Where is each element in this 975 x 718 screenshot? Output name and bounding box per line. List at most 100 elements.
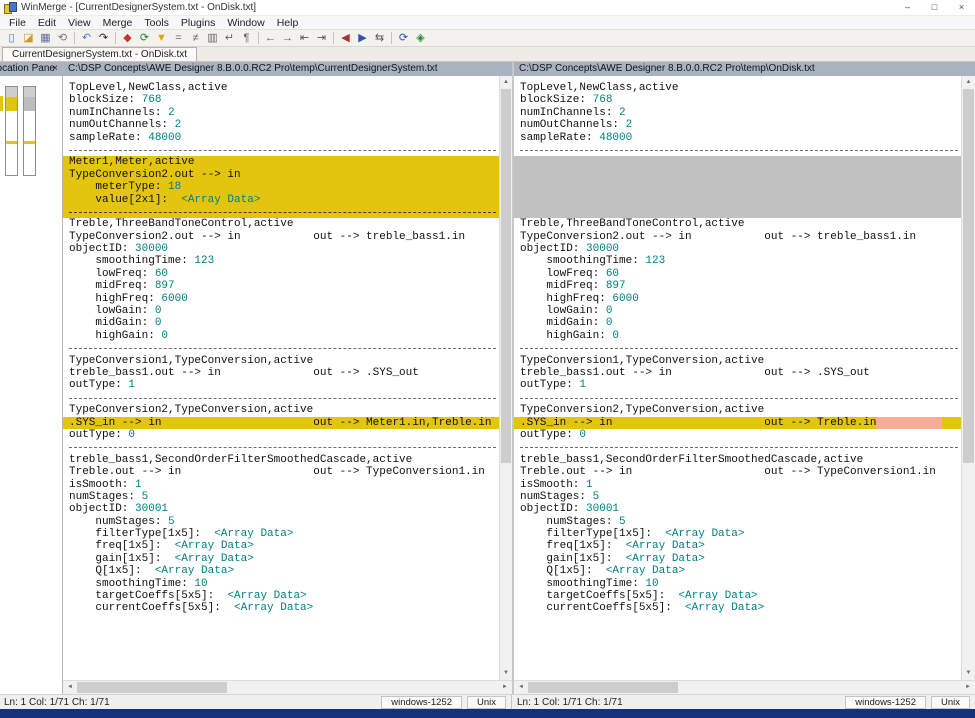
- left-vscroll-thumb[interactable]: [501, 89, 511, 463]
- code-line: Treble.out --> in out --> TypeConversion…: [63, 466, 499, 478]
- location-bar-right[interactable]: [23, 86, 36, 176]
- code-line: sampleRate: 48000: [63, 132, 499, 144]
- code-line: objectID: 30000: [63, 243, 499, 255]
- code-line: numOutChannels: 2: [63, 119, 499, 131]
- right-cursor-position: Ln: 1 Col: 1/71 Ch: 1/71: [517, 697, 845, 708]
- redo-button[interactable]: ↷: [95, 30, 112, 46]
- scroll-down-icon[interactable]: ▼: [962, 667, 975, 680]
- left-encoding-badge[interactable]: windows-1252: [381, 696, 462, 709]
- code-line: midGain: 0: [63, 317, 499, 329]
- code-line: numStages: 5: [63, 491, 499, 503]
- left-editor[interactable]: TopLevel,NewClass,activeblockSize: 768nu…: [63, 76, 499, 680]
- right-encoding-badge[interactable]: windows-1252: [845, 696, 926, 709]
- menu-file[interactable]: File: [3, 17, 32, 29]
- menu-merge[interactable]: Merge: [97, 17, 139, 29]
- scroll-up-icon[interactable]: ▲: [962, 76, 975, 89]
- menu-help[interactable]: Help: [271, 17, 305, 29]
- wordwrap-button[interactable]: ↵: [221, 30, 238, 46]
- copy-right-button[interactable]: ▶: [354, 30, 371, 46]
- ghost-line: [514, 156, 961, 168]
- left-eol-badge[interactable]: Unix: [467, 696, 506, 709]
- separator-line: [514, 441, 961, 453]
- menu-tools[interactable]: Tools: [138, 17, 175, 29]
- scroll-right-icon[interactable]: ►: [961, 681, 975, 694]
- close-button[interactable]: ×: [948, 0, 975, 15]
- minimize-button[interactable]: –: [894, 0, 921, 15]
- tab-current-file[interactable]: CurrentDesignerSystem.txt - OnDisk.txt: [2, 47, 197, 61]
- window-controls: – □ ×: [894, 0, 975, 15]
- toolbar-separator: [333, 32, 334, 44]
- location-bar-left[interactable]: [5, 86, 18, 176]
- columns-button[interactable]: ▥: [204, 30, 221, 46]
- right-eol-badge[interactable]: Unix: [931, 696, 970, 709]
- code-line: smoothingTime: 10: [63, 578, 499, 590]
- auto-merge-button[interactable]: ⇆: [371, 30, 388, 46]
- code-line: Treble.out --> in out --> TypeConversion…: [514, 466, 961, 478]
- left-hscroll-thumb[interactable]: [77, 682, 227, 693]
- code-line: TypeConversion1,TypeConversion,active: [63, 355, 499, 367]
- left-horizontal-scrollbar[interactable]: ◄ ►: [63, 680, 512, 694]
- window-title: WinMerge - [CurrentDesignerSystem.txt - …: [21, 2, 256, 13]
- maximize-button[interactable]: □: [921, 0, 948, 15]
- right-horizontal-scrollbar[interactable]: ◄ ►: [514, 680, 975, 694]
- copy-left-button[interactable]: ◀: [337, 30, 354, 46]
- highlight-button[interactable]: ▼: [153, 30, 170, 46]
- rescan-button[interactable]: ⟳: [136, 30, 153, 46]
- whitespace-button[interactable]: ¶: [238, 30, 255, 46]
- plugins-button[interactable]: ◈: [412, 30, 429, 46]
- code-line: blockSize: 768: [63, 94, 499, 106]
- new-file-button[interactable]: ▯: [3, 30, 20, 46]
- code-line: midFreq: 897: [63, 280, 499, 292]
- first-diff-button[interactable]: ⇤: [296, 30, 313, 46]
- equal-filter-button[interactable]: =: [170, 30, 187, 46]
- taskbar-strip: [0, 709, 975, 718]
- location-pane-close-button[interactable]: ×: [50, 62, 60, 76]
- save-button[interactable]: ▦: [37, 30, 54, 46]
- scroll-left-icon[interactable]: ◄: [63, 681, 77, 694]
- code-line: highFreq: 6000: [514, 293, 961, 305]
- scroll-up-icon[interactable]: ▲: [500, 76, 512, 89]
- code-line: TypeConversion2,TypeConversion,active: [63, 404, 499, 416]
- last-diff-button[interactable]: ⇥: [313, 30, 330, 46]
- location-pane: Location Pane ×: [0, 62, 63, 694]
- left-vertical-scrollbar[interactable]: ▲ ▼: [499, 76, 512, 680]
- notequal-filter-button[interactable]: ≠: [187, 30, 204, 46]
- main-area: Location Pane × C:\DSP Concepts\AWE Desi…: [0, 62, 975, 694]
- menu-view[interactable]: View: [62, 17, 97, 29]
- code-line: outType: 1: [63, 379, 499, 391]
- code-line: value[2x1]: <Array Data>: [63, 194, 499, 206]
- prev-diff-button[interactable]: ←: [262, 30, 279, 46]
- code-line: objectID: 30001: [514, 503, 961, 515]
- menu-window[interactable]: Window: [221, 17, 270, 29]
- menu-plugins[interactable]: Plugins: [175, 17, 221, 29]
- code-line: outType: 0: [514, 429, 961, 441]
- location-map[interactable]: [0, 76, 62, 694]
- refresh-button[interactable]: ⟳: [395, 30, 412, 46]
- code-line: treble_bass1,SecondOrderFilterSmoothedCa…: [514, 454, 961, 466]
- left-file-path-header[interactable]: C:\DSP Concepts\AWE Designer 8.B.0.0.RC2…: [63, 62, 512, 76]
- undo-button[interactable]: ↶: [78, 30, 95, 46]
- code-line: Meter1,Meter,active: [63, 156, 499, 168]
- menu-edit[interactable]: Edit: [32, 17, 62, 29]
- next-diff-button[interactable]: →: [279, 30, 296, 46]
- right-vertical-scrollbar[interactable]: ▲ ▼: [961, 76, 975, 680]
- right-editor[interactable]: TopLevel,NewClass,activeblockSize: 768nu…: [514, 76, 961, 680]
- scroll-left-icon[interactable]: ◄: [514, 681, 528, 694]
- code-line: numStages: 5: [514, 491, 961, 503]
- right-file-path-header[interactable]: C:\DSP Concepts\AWE Designer 8.B.0.0.RC2…: [514, 62, 975, 76]
- open-button[interactable]: ◪: [20, 30, 37, 46]
- code-line: TypeConversion2.out --> in out --> trebl…: [514, 231, 961, 243]
- scroll-right-icon[interactable]: ►: [498, 681, 512, 694]
- code-line: numStages: 5: [514, 516, 961, 528]
- tab-bar: CurrentDesignerSystem.txt - OnDisk.txt: [0, 47, 975, 62]
- reload-button[interactable]: ⟲: [54, 30, 71, 46]
- toolbar-separator: [74, 32, 75, 44]
- code-line: gain[1x5]: <Array Data>: [514, 553, 961, 565]
- code-line: currentCoeffs[5x5]: <Array Data>: [63, 602, 499, 614]
- code-line: freq[1x5]: <Array Data>: [63, 540, 499, 552]
- scroll-down-icon[interactable]: ▼: [500, 667, 512, 680]
- right-vscroll-thumb[interactable]: [963, 89, 974, 463]
- options-button[interactable]: ◆: [119, 30, 136, 46]
- code-line: numStages: 5: [63, 516, 499, 528]
- right-hscroll-thumb[interactable]: [528, 682, 678, 693]
